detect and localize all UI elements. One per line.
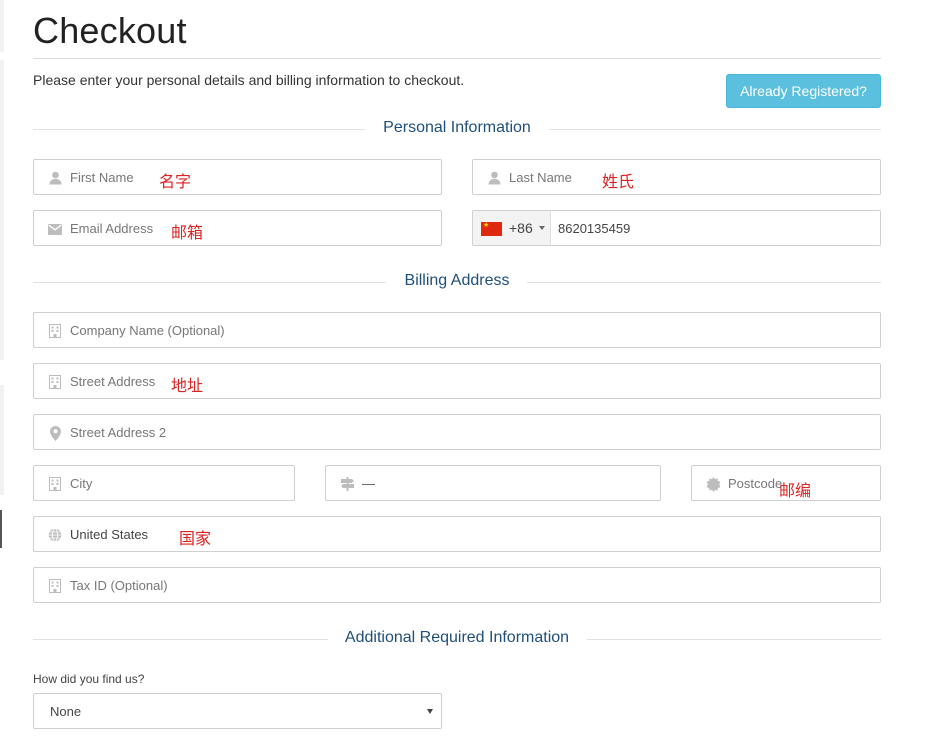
dial-code: +86 [509, 220, 533, 236]
state-field[interactable]: — [325, 465, 661, 501]
country-value: United States [70, 527, 149, 542]
section-title: Personal Information [383, 119, 531, 136]
already-registered-button[interactable]: Already Registered? [726, 74, 881, 108]
how-found-label: How did you find us? [33, 672, 145, 686]
how-found-select[interactable]: None [33, 693, 442, 729]
building-icon [47, 374, 63, 390]
first-name-annotation: 名字 [159, 172, 192, 191]
signpost-icon [339, 476, 355, 492]
section-title: Additional Required Information [344, 629, 570, 646]
user-icon [486, 170, 502, 186]
title-divider [33, 58, 881, 59]
section-title: Billing Address [404, 272, 510, 289]
last-name-field[interactable]: Last Name 姓氏 [472, 159, 881, 195]
email-field[interactable]: Email Address 邮箱 [33, 210, 442, 246]
left-edge-strip [0, 0, 4, 741]
email-annotation: 邮箱 [171, 223, 204, 242]
street-address-annotation: 地址 [171, 376, 204, 395]
street-address-field[interactable]: Street Address 地址 [33, 363, 881, 399]
user-icon [47, 170, 63, 186]
postcode-placeholder: Postcode [728, 476, 783, 491]
first-name-placeholder: First Name [70, 170, 134, 185]
building-icon [47, 476, 63, 492]
phone-field[interactable]: ★ +86 8620135459 [472, 210, 881, 246]
city-placeholder: City [70, 476, 93, 491]
phone-number-value: 8620135459 [558, 221, 631, 236]
street-address-2-placeholder: Street Address 2 [70, 425, 167, 440]
country-annotation: 国家 [179, 529, 212, 548]
country-code-selector[interactable]: ★ +86 [473, 211, 551, 245]
company-name-field[interactable]: Company Name (Optional) [33, 312, 881, 348]
tax-id-placeholder: Tax ID (Optional) [70, 578, 168, 593]
first-name-field[interactable]: First Name 名字 [33, 159, 442, 195]
tax-id-field[interactable]: Tax ID (Optional) [33, 567, 881, 603]
postcode-annotation: 邮编 [779, 481, 812, 500]
city-field[interactable]: City [33, 465, 295, 501]
building-icon [47, 323, 63, 339]
country-field[interactable]: United States 国家 [33, 516, 881, 552]
section-personal-information: Personal Information [33, 119, 881, 139]
caret-down-icon [427, 709, 433, 714]
intro-text: Please enter your personal details and b… [33, 72, 465, 88]
china-flag-icon: ★ [481, 222, 502, 236]
envelope-icon [47, 221, 63, 237]
street-address-2-field[interactable]: Street Address 2 [33, 414, 881, 450]
postcode-field[interactable]: Postcode 邮编 [691, 465, 881, 501]
last-name-annotation: 姓氏 [602, 172, 635, 191]
section-additional-information: Additional Required Information [33, 629, 881, 649]
map-marker-icon [47, 425, 63, 441]
building-icon [47, 578, 63, 594]
globe-icon [47, 527, 63, 543]
how-found-selected-value: None [50, 704, 82, 719]
street-address-placeholder: Street Address [70, 374, 156, 389]
caret-down-icon [539, 226, 545, 230]
section-billing-address: Billing Address [33, 272, 881, 292]
email-placeholder: Email Address [70, 221, 154, 236]
state-value: — [362, 476, 375, 491]
company-name-placeholder: Company Name (Optional) [70, 323, 225, 338]
page-title: Checkout [33, 10, 187, 51]
certificate-icon [705, 476, 721, 492]
last-name-placeholder: Last Name [509, 170, 572, 185]
